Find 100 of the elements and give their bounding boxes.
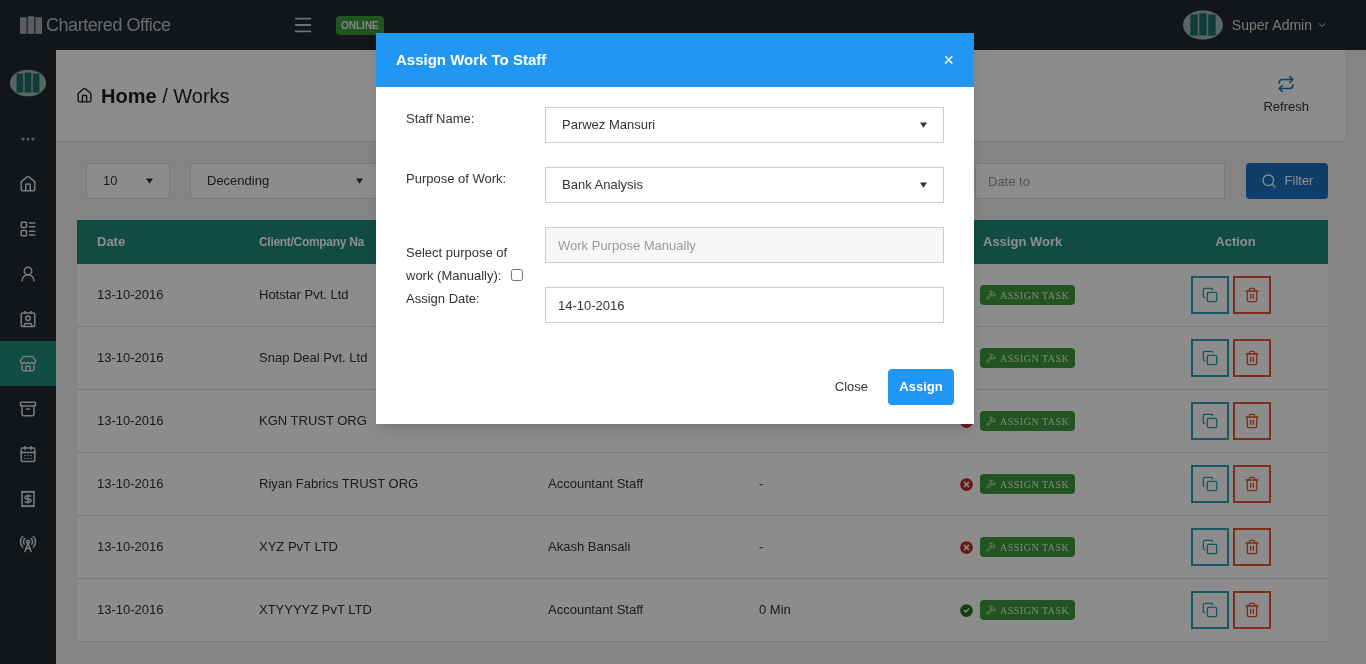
table-cell: KGN TRUST ORG xyxy=(259,413,367,429)
table-cell: - xyxy=(759,476,764,492)
breadcrumb: Home / Works xyxy=(101,83,230,109)
hammer-icon xyxy=(986,416,996,426)
binders-logo-icon xyxy=(9,68,47,98)
trash-icon xyxy=(1243,413,1260,429)
table-cell: 0 Min xyxy=(759,602,791,618)
trash-icon xyxy=(1243,350,1260,366)
assign-task-button[interactable]: ASSIGN TASK xyxy=(980,474,1076,494)
table-cell: 13-10-2016 xyxy=(97,287,164,303)
dialog-title: Assign Work To Staff xyxy=(396,49,547,70)
dots-icon xyxy=(21,136,35,141)
hammer-icon xyxy=(986,479,996,489)
table-cell: 13-10-2016 xyxy=(97,539,164,555)
copy-icon xyxy=(1201,539,1218,555)
copy-button[interactable] xyxy=(1190,465,1229,503)
assign-task-button[interactable]: ASSIGN TASK xyxy=(980,348,1076,368)
trash-icon xyxy=(1243,476,1260,492)
field-label: Purpose of Work: xyxy=(406,170,508,188)
caret-icon xyxy=(920,182,927,188)
brand-name: Chartered Office xyxy=(46,13,171,37)
user-icon xyxy=(19,264,37,283)
hammer-icon xyxy=(986,605,996,615)
bill-icon xyxy=(19,489,37,508)
table-cell: Snap Deal Pvt. Ltd xyxy=(259,350,368,366)
home-icon xyxy=(76,87,93,104)
online-badge: ONLINE xyxy=(336,15,384,35)
assign-task-button[interactable]: ASSIGN TASK xyxy=(980,285,1076,305)
table-cell: Accountant Staff xyxy=(548,476,644,492)
table-cell: Akash Bansali xyxy=(548,539,631,555)
user-menu[interactable]: Super Admin xyxy=(1231,14,1328,36)
store-icon xyxy=(19,354,37,373)
assign-task-button[interactable]: ASSIGN TASK xyxy=(980,600,1076,620)
field-label: Select purpose of work (Manually): xyxy=(406,244,509,285)
field-label: Assign Date: xyxy=(406,290,481,308)
hammer-icon xyxy=(986,290,996,300)
field-label: Staff Name: xyxy=(406,110,476,128)
trash-icon xyxy=(1243,539,1260,555)
delete-button[interactable] xyxy=(1232,591,1271,629)
box-icon xyxy=(19,399,37,418)
delete-button[interactable] xyxy=(1232,339,1271,377)
column-header: Assign Work xyxy=(982,233,1064,252)
home-icon xyxy=(19,174,37,193)
table-cell: Riyan Fabrics TRUST ORG xyxy=(259,476,419,492)
antenna-icon xyxy=(19,534,37,553)
repeat-icon xyxy=(1277,74,1296,93)
filter-button[interactable]: Filter xyxy=(1246,163,1328,199)
table-cell: 13-10-2016 xyxy=(97,602,164,618)
assign-task-button[interactable]: ASSIGN TASK xyxy=(980,411,1076,431)
caret-icon xyxy=(920,122,927,128)
column-header: Date xyxy=(96,233,127,252)
delete-button[interactable] xyxy=(1232,528,1271,566)
delete-button[interactable] xyxy=(1232,465,1271,503)
copy-button[interactable] xyxy=(1190,528,1229,566)
hammer-icon xyxy=(986,353,996,363)
caret-icon xyxy=(146,178,153,184)
staff-select[interactable]: Parwez Mansuri xyxy=(545,107,944,143)
column-header: Action xyxy=(1214,233,1257,252)
column-header: Client/Company Na xyxy=(259,235,364,250)
table-cell: 13-10-2016 xyxy=(97,413,164,429)
table-cell: - xyxy=(759,539,764,555)
table-cell: XTYYYYZ PvT LTD xyxy=(259,602,372,618)
binders-icon xyxy=(20,16,42,34)
copy-icon xyxy=(1201,287,1218,303)
copy-icon xyxy=(1201,413,1218,429)
search-icon xyxy=(1260,173,1277,189)
assign-task-button[interactable]: ASSIGN TASK xyxy=(980,537,1076,557)
table-cell: 13-10-2016 xyxy=(97,476,164,492)
close-button[interactable]: × xyxy=(943,51,954,69)
table-cell: XYZ PvT LTD xyxy=(259,539,338,555)
copy-button[interactable] xyxy=(1190,276,1229,314)
refresh-button[interactable]: Refresh xyxy=(1263,74,1309,117)
trash-icon xyxy=(1243,602,1260,618)
date-to-field[interactable]: Date to xyxy=(975,163,1225,199)
assign-date-field[interactable]: 14-10-2016 xyxy=(545,287,944,323)
manual-checkbox[interactable] xyxy=(511,269,523,281)
page-size-select[interactable]: 10 xyxy=(86,163,170,199)
caret-icon xyxy=(356,178,363,184)
copy-button[interactable] xyxy=(1190,591,1229,629)
id-card-icon xyxy=(19,309,37,328)
trash-icon xyxy=(1243,287,1260,303)
binders-logo-icon xyxy=(1181,9,1224,41)
copy-button[interactable] xyxy=(1190,402,1229,440)
copy-icon xyxy=(1201,350,1218,366)
calendar-icon xyxy=(19,444,37,463)
purpose-select[interactable]: Bank Analysis xyxy=(545,167,944,203)
manual-purpose-field[interactable]: Work Purpose Manually xyxy=(545,227,944,263)
assign-button[interactable]: Assign xyxy=(888,369,954,405)
table-cell: Hotstar Pvt. Ltd xyxy=(259,287,349,303)
delete-button[interactable] xyxy=(1232,276,1271,314)
table-cell: Accountant Staff xyxy=(548,602,644,618)
hammer-icon xyxy=(986,542,996,552)
copy-button[interactable] xyxy=(1190,339,1229,377)
sidebar-item[interactable] xyxy=(0,341,56,386)
table-cell: 13-10-2016 xyxy=(97,350,164,366)
list-icon xyxy=(19,219,37,238)
close-button[interactable]: Close xyxy=(834,377,868,397)
copy-icon xyxy=(1201,602,1218,618)
copy-icon xyxy=(1201,476,1218,492)
delete-button[interactable] xyxy=(1232,402,1271,440)
